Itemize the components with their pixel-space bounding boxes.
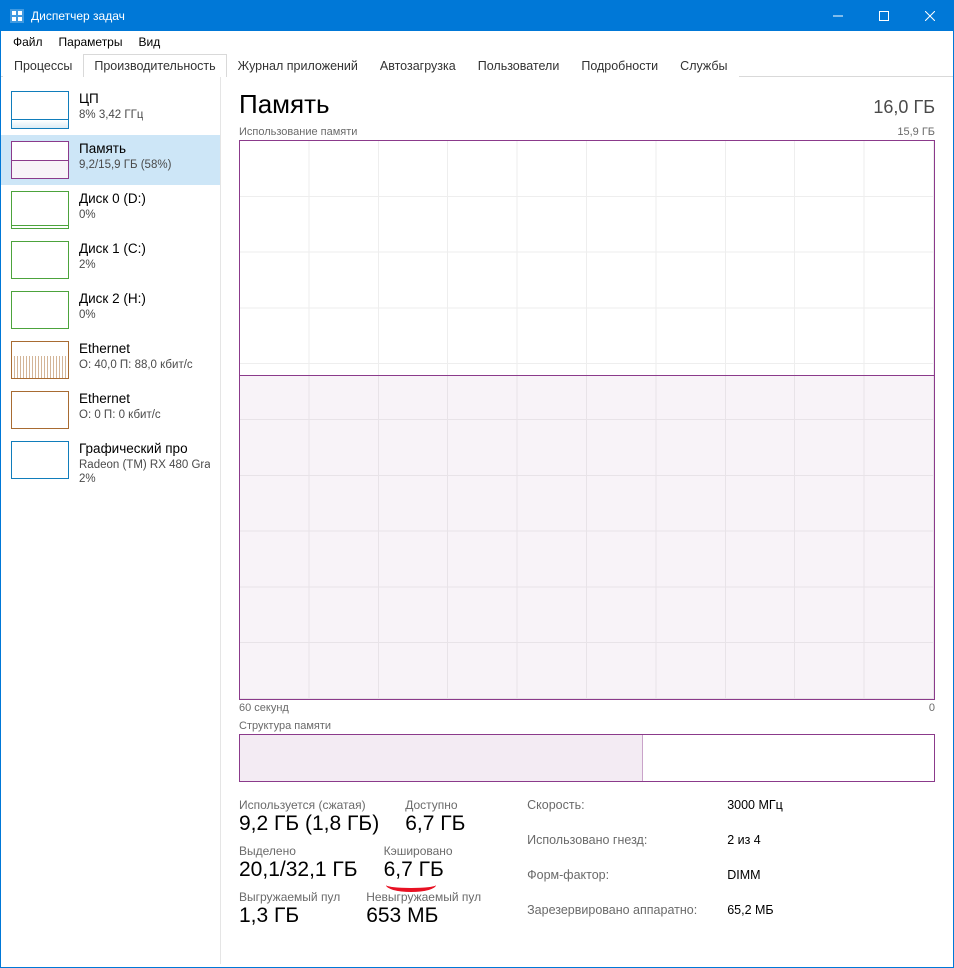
sidebar-eth1-sub: О: 40,0 П: 88,0 кбит/с	[79, 358, 193, 372]
menu-options[interactable]: Параметры	[51, 33, 131, 51]
spec-hw-v: 65,2 МБ	[727, 903, 783, 934]
cached-label: Кэшировано	[384, 844, 453, 858]
used-value: 9,2 ГБ (1,8 ГБ)	[239, 812, 379, 836]
sidebar-item-disk2[interactable]: Диск 2 (H:) 0%	[1, 285, 220, 335]
sidebar-item-ethernet1[interactable]: Ethernet О: 40,0 П: 88,0 кбит/с	[1, 335, 220, 385]
main-panel: Память 16,0 ГБ Использование памяти 15,9…	[221, 77, 953, 964]
close-button[interactable]	[907, 1, 953, 31]
chart-ymax: 15,9 ГБ	[897, 126, 935, 138]
sidebar-item-cpu[interactable]: ЦП 8% 3,42 ГГц	[1, 85, 220, 135]
spec-speed-k: Скорость:	[527, 798, 697, 829]
sidebar-eth1-title: Ethernet	[79, 341, 193, 358]
sidebar-item-gpu[interactable]: Графический про Radeon (TM) RX 480 Gra 2…	[1, 435, 220, 493]
tab-services[interactable]: Службы	[669, 54, 738, 77]
spec-form-v: DIMM	[727, 868, 783, 899]
window-title: Диспетчер задач	[31, 9, 815, 23]
sidebar-item-memory[interactable]: Память 9,2/15,9 ГБ (58%)	[1, 135, 220, 185]
paged-label: Выгружаемый пул	[239, 890, 340, 904]
sidebar-item-disk1[interactable]: Диск 1 (C:) 2%	[1, 235, 220, 285]
menu-file[interactable]: Файл	[5, 33, 51, 51]
xaxis-left: 60 секунд	[239, 702, 289, 714]
sidebar-item-disk0[interactable]: Диск 0 (D:) 0%	[1, 185, 220, 235]
spec-speed-v: 3000 МГц	[727, 798, 783, 829]
used-label: Используется (сжатая)	[239, 798, 379, 812]
app-icon	[9, 8, 25, 24]
ethernet-thumb-icon	[11, 341, 69, 379]
composition-used-segment	[240, 735, 643, 781]
nonpaged-value: 653 МБ	[366, 904, 481, 928]
avail-value: 6,7 ГБ	[405, 812, 465, 836]
memory-thumb-icon	[11, 141, 69, 179]
disk-thumb-icon	[11, 191, 69, 229]
composition-label: Структура памяти	[239, 720, 935, 732]
chart-label: Использование памяти	[239, 126, 357, 138]
memory-usage-chart[interactable]	[239, 140, 935, 700]
sidebar-mem-sub: 9,2/15,9 ГБ (58%)	[79, 158, 171, 172]
titlebar[interactable]: Диспетчер задач	[1, 1, 953, 31]
nonpaged-label: Невыгружаемый пул	[366, 890, 481, 904]
maximize-button[interactable]	[861, 1, 907, 31]
disk-thumb-icon	[11, 241, 69, 279]
tab-processes[interactable]: Процессы	[3, 54, 83, 77]
paged-value: 1,3 ГБ	[239, 904, 340, 928]
sidebar-cpu-title: ЦП	[79, 91, 143, 108]
commit-label: Выделено	[239, 844, 358, 858]
sidebar-mem-title: Память	[79, 141, 171, 158]
minimize-button[interactable]	[815, 1, 861, 31]
sidebar-gpu-title: Графический про	[79, 441, 210, 458]
tabbar: Процессы Производительность Журнал прило…	[1, 53, 953, 77]
memory-chart-fill	[240, 375, 934, 699]
tab-performance[interactable]: Производительность	[83, 54, 226, 77]
sidebar-eth2-sub: О: 0 П: 0 кбит/с	[79, 408, 161, 422]
memory-composition-bar[interactable]	[239, 734, 935, 782]
cpu-thumb-icon	[11, 91, 69, 129]
tab-apphistory[interactable]: Журнал приложений	[227, 54, 369, 77]
menubar: Файл Параметры Вид	[1, 31, 953, 53]
tab-users[interactable]: Пользователи	[467, 54, 571, 77]
page-title: Память	[239, 89, 330, 120]
sidebar-item-ethernet2[interactable]: Ethernet О: 0 П: 0 кбит/с	[1, 385, 220, 435]
sidebar-gpu-sub2: 2%	[79, 472, 210, 486]
commit-value: 20,1/32,1 ГБ	[239, 858, 358, 882]
annotation-mark-icon	[386, 878, 436, 892]
sidebar-disk1-title: Диск 1 (C:)	[79, 241, 146, 258]
spec-form-k: Форм-фактор:	[527, 868, 697, 899]
sidebar: ЦП 8% 3,42 ГГц Память 9,2/15,9 ГБ (58%) …	[1, 77, 221, 964]
spec-slots-k: Использовано гнезд:	[527, 833, 697, 864]
sidebar-disk0-title: Диск 0 (D:)	[79, 191, 146, 208]
xaxis-right: 0	[929, 702, 935, 714]
tab-details[interactable]: Подробности	[570, 54, 669, 77]
tab-startup[interactable]: Автозагрузка	[369, 54, 467, 77]
sidebar-disk2-sub: 0%	[79, 308, 146, 322]
memory-total: 16,0 ГБ	[873, 97, 935, 118]
gpu-thumb-icon	[11, 441, 69, 479]
sidebar-cpu-sub: 8% 3,42 ГГц	[79, 108, 143, 122]
sidebar-disk2-title: Диск 2 (H:)	[79, 291, 146, 308]
ethernet-thumb-icon	[11, 391, 69, 429]
sidebar-eth2-title: Ethernet	[79, 391, 161, 408]
menu-view[interactable]: Вид	[130, 33, 168, 51]
sidebar-gpu-sub1: Radeon (TM) RX 480 Gra	[79, 458, 210, 472]
sidebar-disk0-sub: 0%	[79, 208, 146, 222]
memory-specs: Скорость: 3000 МГц Использовано гнезд: 2…	[527, 798, 783, 934]
disk-thumb-icon	[11, 291, 69, 329]
avail-label: Доступно	[405, 798, 465, 812]
spec-hw-k: Зарезервировано аппаратно:	[527, 903, 697, 934]
sidebar-disk1-sub: 2%	[79, 258, 146, 272]
spec-slots-v: 2 из 4	[727, 833, 783, 864]
